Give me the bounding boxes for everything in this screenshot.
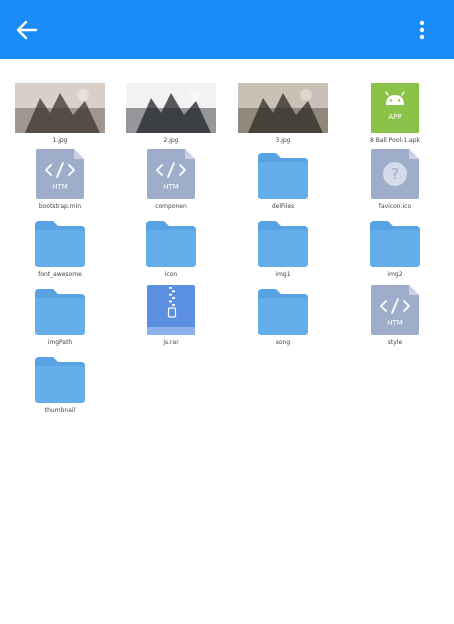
file-item-folder[interactable]: icon xyxy=(121,217,221,281)
folder-icon xyxy=(146,221,196,267)
file-thumbnail xyxy=(233,217,333,269)
file-thumbnail: APP xyxy=(345,83,445,135)
file-name: style xyxy=(387,339,403,346)
file-name: font_awesome xyxy=(38,271,82,278)
image-thumbnail xyxy=(15,83,105,133)
html-file-icon: HTM xyxy=(371,285,419,335)
file-thumbnail xyxy=(233,285,333,337)
file-name: song xyxy=(275,339,291,346)
file-name: 3.jpg xyxy=(275,137,291,144)
file-thumbnail: HTM xyxy=(10,149,110,201)
file-name: 8 Ball Pool-1.apk xyxy=(369,137,421,144)
file-name: bootstrap.min xyxy=(38,203,82,210)
file-item-folder[interactable]: song xyxy=(233,285,333,349)
file-item-folder[interactable]: img2 xyxy=(345,217,445,281)
svg-text:HTM: HTM xyxy=(163,183,179,191)
file-thumbnail: ? xyxy=(345,149,445,201)
file-item-folder[interactable]: delFiles xyxy=(233,149,333,213)
file-thumbnail: HTM xyxy=(121,149,221,201)
file-thumbnail xyxy=(121,285,221,337)
file-name: thumbnail xyxy=(44,407,76,414)
image-thumbnail xyxy=(238,83,328,133)
file-name: favicon.ico xyxy=(378,203,412,210)
file-thumbnail xyxy=(233,83,333,135)
folder-icon xyxy=(370,221,420,267)
file-item-folder[interactable]: font_awesome xyxy=(10,217,110,281)
file-item-html[interactable]: HTM style xyxy=(345,285,445,349)
file-item-html[interactable]: HTM bootstrap.min xyxy=(10,149,110,213)
svg-text:?: ? xyxy=(391,165,399,183)
file-item-archive[interactable]: js.rar xyxy=(121,285,221,349)
file-item-folder[interactable]: img1 xyxy=(233,217,333,281)
file-item-folder[interactable]: imgPath xyxy=(10,285,110,349)
image-thumbnail xyxy=(126,83,216,133)
folder-icon xyxy=(258,221,308,267)
file-thumbnail xyxy=(233,149,333,201)
file-item-folder[interactable]: thumbnail xyxy=(10,353,110,417)
file-item-unknown[interactable]: ? favicon.ico xyxy=(345,149,445,213)
svg-text:HTM: HTM xyxy=(387,319,403,327)
android-apk-icon: APP xyxy=(371,83,419,133)
svg-text:HTM: HTM xyxy=(52,183,68,191)
folder-icon xyxy=(258,153,308,199)
file-name: 2.jpg xyxy=(163,137,179,144)
file-thumbnail xyxy=(121,83,221,135)
file-thumbnail xyxy=(10,285,110,337)
svg-text:APP: APP xyxy=(388,113,401,121)
file-name: js.rar xyxy=(163,339,179,346)
file-name: componen xyxy=(155,203,187,210)
html-file-icon: HTM xyxy=(147,149,195,199)
folder-icon xyxy=(258,289,308,335)
file-thumbnail xyxy=(121,217,221,269)
file-thumbnail: HTM xyxy=(345,285,445,337)
html-file-icon: HTM xyxy=(36,149,84,199)
file-item-image[interactable]: 1.jpg xyxy=(10,83,110,147)
file-name: img2 xyxy=(387,271,403,278)
file-thumbnail xyxy=(10,83,110,135)
file-item-image[interactable]: 2.jpg xyxy=(121,83,221,147)
folder-icon xyxy=(35,289,85,335)
file-grid: 1.jpg 2.jpg 3.jpg APP 8 Ball Pool-1.apk … xyxy=(0,0,454,624)
file-name: delFiles xyxy=(271,203,295,210)
file-thumbnail xyxy=(345,217,445,269)
file-item-image[interactable]: 3.jpg xyxy=(233,83,333,147)
file-name: 1.jpg xyxy=(52,137,68,144)
folder-icon xyxy=(35,221,85,267)
unknown-file-icon: ? xyxy=(371,149,419,199)
file-name: icon xyxy=(164,271,178,278)
file-item-html[interactable]: HTM componen xyxy=(121,149,221,213)
file-item-apk[interactable]: APP 8 Ball Pool-1.apk xyxy=(345,83,445,147)
archive-file-icon xyxy=(147,285,195,335)
folder-icon xyxy=(35,357,85,403)
file-thumbnail xyxy=(10,217,110,269)
file-name: imgPath xyxy=(47,339,73,346)
file-name: img1 xyxy=(275,271,291,278)
file-thumbnail xyxy=(10,353,110,405)
